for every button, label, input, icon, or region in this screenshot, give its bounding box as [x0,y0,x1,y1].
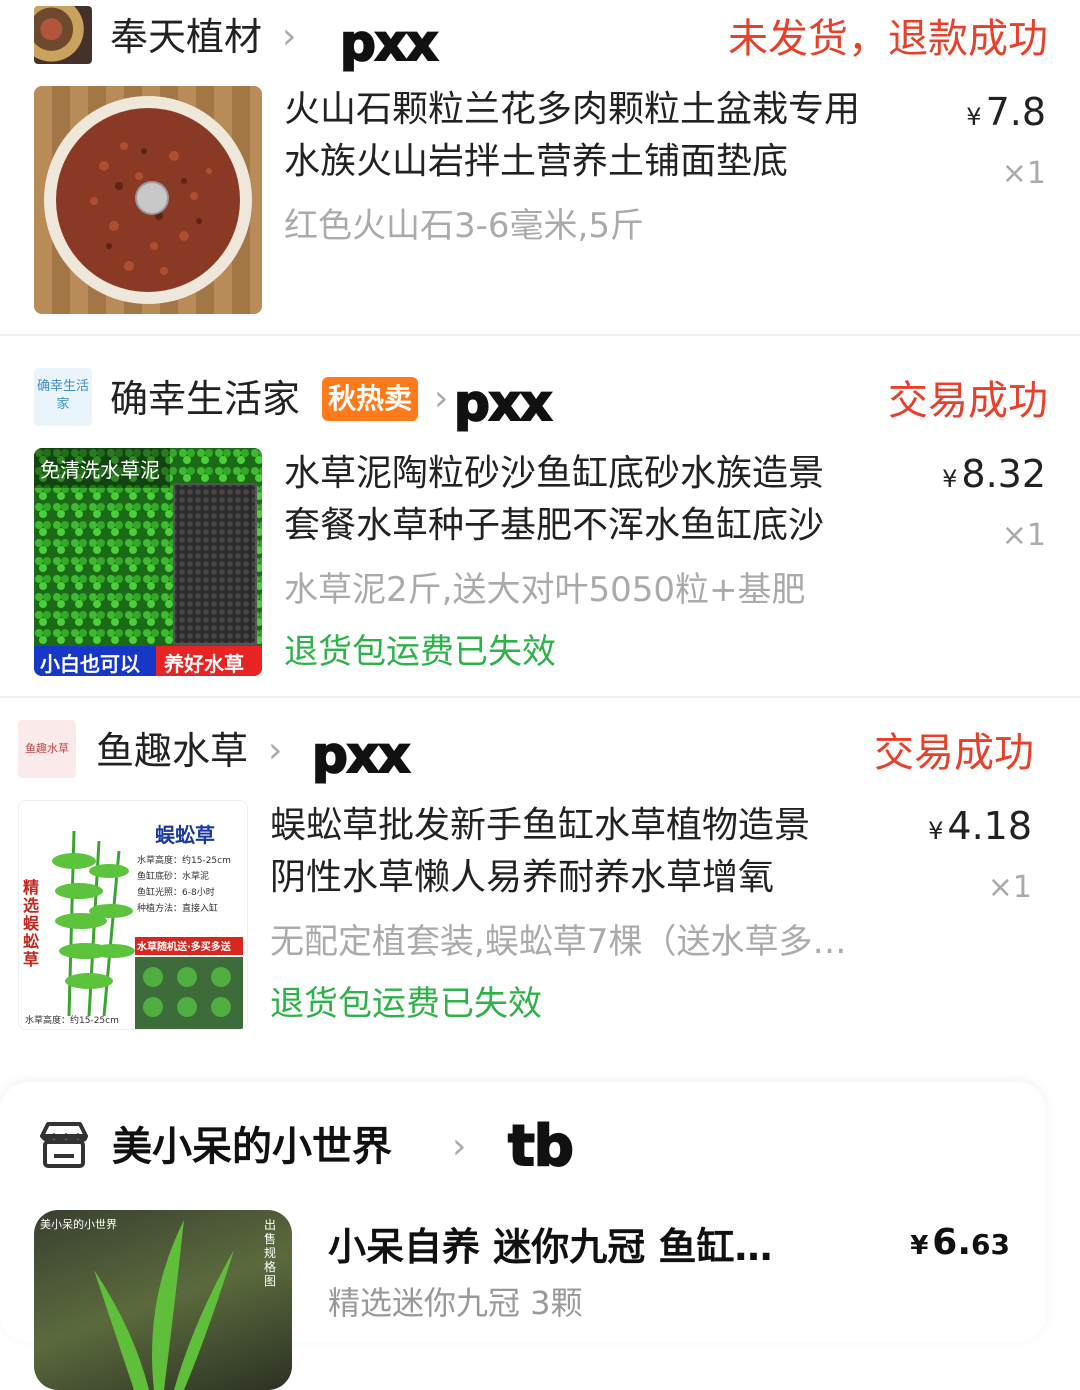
shop-header[interactable]: 确幸生活家 确幸生活家 秋热卖 › pxx 交易成功 [0,364,1080,434]
store-icon [40,1122,88,1168]
promo-badge: 秋热卖 [322,377,419,421]
thumb-banner: 水草随机送·多买多送 [137,942,231,953]
chevron-right-icon: › [434,378,449,419]
price-decimal: 63 [971,1228,1010,1261]
volcanic-rock-bowl [44,96,252,304]
shop-avatar [34,6,92,64]
product-quantity: ×1 [1001,156,1046,191]
currency-symbol: ¥ [928,817,944,845]
thumb-label: 美小呆的小世界 [40,1218,117,1231]
product-price: ¥6.63 [910,1222,1010,1263]
chevron-right-icon: › [268,730,283,771]
thumb-specs: 水草高度：约15-25cm 鱼缸底砂：水草泥 鱼缸光照：6-8小时 种植方法：直… [137,853,231,917]
currency-symbol: ¥ [966,103,982,131]
thumb-spec: 鱼缸光照：6-8小时 [137,888,215,898]
title-line: 套餐水草种子基肥不浑水鱼缸底沙 [284,505,825,546]
thumb-spec: 鱼缸底砂：水草泥 [137,872,210,882]
platform-tag: pxx [453,373,553,433]
shop-name[interactable]: 鱼趣水草 [96,716,248,786]
price-value: 8.32 [961,452,1046,496]
thumb-bottom-right: 养好水草 [164,652,244,676]
product-image[interactable]: 蜈蚣草 精选蜈蚣草 水草高度：约15-25cm 鱼缸底砂：水草泥 鱼缸光照：6-… [18,800,248,1030]
product-variant: 无配定植套装,蜈蚣草7棵（送水草多… [270,922,847,962]
product-title[interactable]: 火山石颗粒兰花多肉颗粒土盆栽专用 水族火山岩拌土营养土铺面垫底 [284,84,924,188]
product-image[interactable] [34,86,262,314]
title-line: 火山石颗粒兰花多肉颗粒土盆栽专用 [284,89,861,130]
thumb-footer: 水草高度：约15-25cm [25,1016,119,1026]
order-card[interactable]: 确幸生活家 确幸生活家 秋热卖 › pxx 交易成功 免清洗水草泥 小白也可以 … [0,336,1080,696]
product-title[interactable]: 小呆自养 迷你九冠 鱼缸… [328,1216,772,1271]
shop-header[interactable]: 鱼趣水草 鱼趣水草 › pxx 交易成功 [0,716,1080,786]
title-line: 阴性水草懒人易养耐养水草增氧 [270,857,775,898]
thumb-side: 出售规格图 [264,1218,277,1288]
product-title[interactable]: 水草泥陶粒砂沙鱼缸底砂水族造景 套餐水草种子基肥不浑水鱼缸底沙 [284,448,924,552]
thumb-title: 蜈蚣草 [155,823,215,847]
platform-tag: tb [507,1113,575,1180]
order-card[interactable]: 美小呆的小世界 › tb 美小呆的小世界 出售规格图 小呆自养 迷你九冠 鱼缸…… [0,1082,1046,1390]
product-quantity: ×1 [1001,518,1046,553]
shop-name[interactable]: 奉天植材 [110,2,262,72]
thumb-bottom-left: 小白也可以 [40,652,140,676]
platform-tag: pxx [339,13,439,73]
shop-header[interactable]: 奉天植材 › pxx 未发货，退款成功 [0,2,1080,73]
order-status: 交易成功 [888,378,1048,424]
price-value: 4.18 [947,804,1032,848]
order-card[interactable]: 鱼趣水草 鱼趣水草 › pxx 交易成功 蜈蚣草 精选蜈蚣草 水草高度：约15-… [0,698,1080,1048]
order-status: 交易成功 [874,730,1034,776]
title-line: 蜈蚣草批发新手鱼缸水草植物造景 [270,805,811,846]
order-card[interactable]: 奉天植材 › pxx 未发货，退款成功 火山石颗粒兰花多肉颗粒土盆栽专用 水族火… [0,0,1080,334]
title-line: 水族火山岩拌土营养土铺面垫底 [284,141,789,182]
currency-symbol: ¥ [910,1231,929,1261]
product-price: ¥7.8 [966,90,1046,134]
shop-name[interactable]: 美小呆的小世界 [112,1112,392,1182]
currency-symbol: ¥ [942,465,958,493]
chevron-right-icon: › [452,1126,467,1167]
product-variant: 水草泥2斤,送大对叶5050粒+基肥 [284,570,806,610]
product-quantity: ×1 [987,870,1032,905]
shop-avatar: 鱼趣水草 [18,720,76,778]
shop-avatar: 确幸生活家 [34,368,92,426]
shop-avatar-text: 鱼趣水草 [25,742,69,755]
chevron-right-icon: › [282,16,297,57]
product-variant: 红色火山石3-6毫米,5斤 [284,206,644,246]
thumb-spec: 种植方法：直接入缸 [137,904,219,914]
shop-avatar-text: 确幸生活家 [36,379,89,412]
product-title[interactable]: 蜈蚣草批发新手鱼缸水草植物造景 阴性水草懒人易养耐养水草增氧 [270,800,910,904]
shop-name[interactable]: 确幸生活家 [110,364,300,434]
product-variant: 精选迷你九冠 3颗 [328,1284,583,1322]
shop-header[interactable]: 美小呆的小世界 › tb [0,1112,1046,1182]
title-line: 水草泥陶粒砂沙鱼缸底砂水族造景 [284,453,825,494]
platform-tag: pxx [311,725,411,785]
order-status: 未发货，退款成功 [728,16,1048,62]
thumb-side: 精选蜈蚣草 [23,878,40,969]
mini-plant-image [94,1220,234,1390]
product-price: ¥8.32 [942,452,1046,496]
return-shipping-note: 退货包运费已失效 [270,984,542,1024]
product-price: ¥4.18 [928,804,1032,848]
return-shipping-note: 退货包运费已失效 [284,632,556,672]
product-image[interactable]: 美小呆的小世界 出售规格图 [34,1210,292,1390]
price-int: 6. [932,1222,972,1263]
thumb-spec: 水草高度：约15-25cm [137,856,231,866]
price-value: 7.8 [985,90,1046,134]
product-image[interactable]: 免清洗水草泥 小白也可以 养好水草 [34,448,262,676]
thumb-top-label: 免清洗水草泥 [40,458,160,482]
